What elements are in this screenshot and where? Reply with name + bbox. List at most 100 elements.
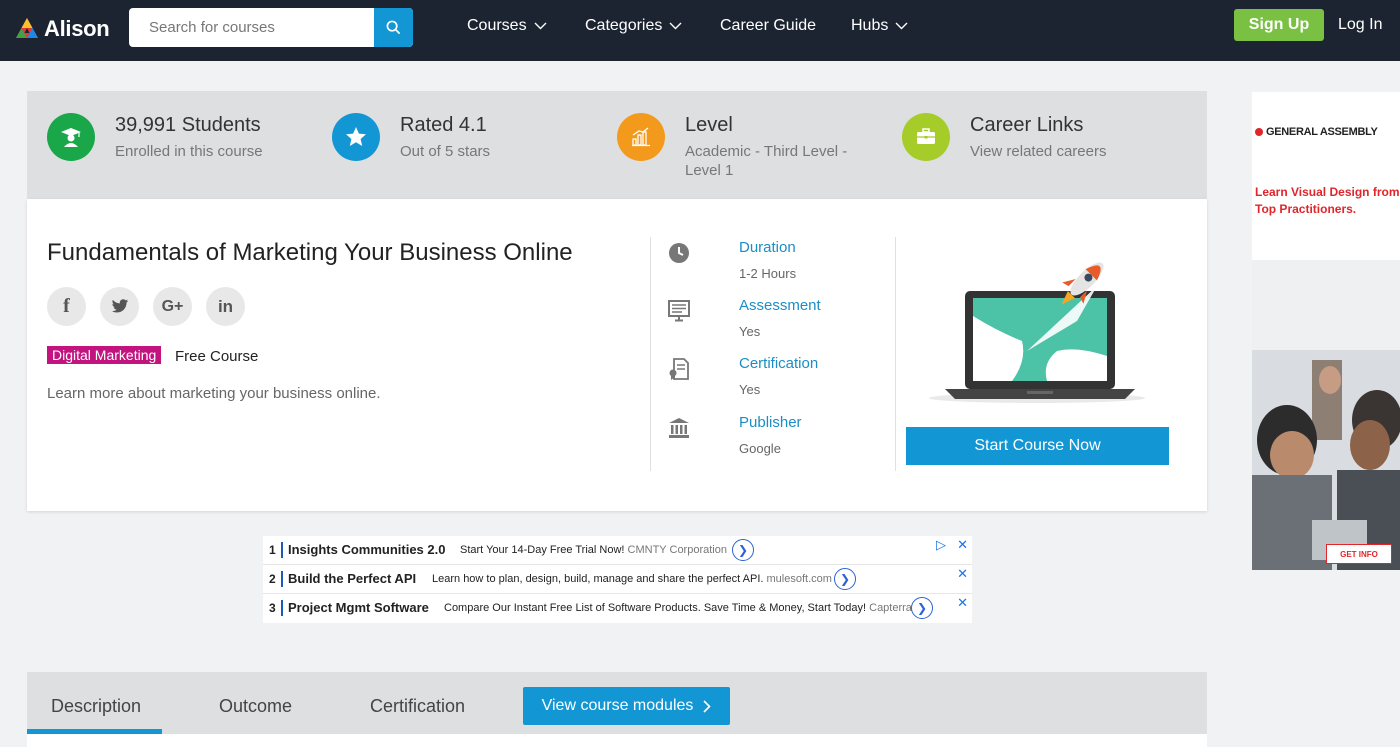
close-icon[interactable]: ✕ [957,595,968,611]
search-input[interactable] [129,8,373,47]
detail-value: Google [739,441,781,456]
ad-text: Start Your 14-Day Free Trial Now! CMNTY … [460,544,727,556]
logo-text: Alison [44,16,110,41]
tab-certification[interactable]: Certification [370,696,465,717]
stat-subtitle: View related careers [970,143,1107,160]
stat-career-links[interactable]: Career Links View related careers [902,113,1150,161]
ad-divider [281,542,283,558]
twitter-icon[interactable] [100,287,139,326]
chevron-down-icon [895,22,908,30]
close-icon[interactable]: ✕ [957,537,968,553]
graduate-icon [47,113,95,161]
ad-number: 2 [269,572,276,586]
facebook-icon[interactable]: f [47,287,86,326]
clock-icon [667,241,691,265]
stat-rating: Rated 4.1 Out of 5 stars [332,113,580,161]
stat-level: Level Academic - Third Level - Level 1 [617,113,860,180]
alison-logo-icon [16,18,38,38]
ad-number: 3 [269,601,276,615]
ad-copy: Learn how to plan, design, build, manage… [432,573,764,585]
course-card: Fundamentals of Marketing Your Business … [27,199,1207,511]
search-button[interactable] [374,8,413,47]
ad-title[interactable]: Project Mgmt Software [288,600,429,615]
chevron-right-icon[interactable]: ❯ [732,539,754,561]
chevron-down-icon [669,22,682,30]
certificate-icon [667,357,691,381]
google-plus-icon[interactable]: G+ [153,287,192,326]
ad-source: Capterra [869,602,912,614]
stat-title: 39,991 Students [115,114,261,136]
ad-text: Compare Our Instant Free List of Softwar… [444,602,912,614]
get-info-button[interactable]: GET INFO [1326,544,1392,564]
chevron-right-icon [703,699,712,713]
signup-button[interactable]: Sign Up [1234,9,1324,41]
tab-outcome[interactable]: Outcome [219,696,292,717]
ad-source: CMNTY Corporation [627,544,727,556]
nav-categories-label: Categories [585,17,663,34]
linkedin-icon[interactable]: in [206,287,245,326]
side-banner-ad[interactable]: GENERAL ASSEMBLY Learn Visual Design fro… [1252,92,1400,570]
ad-row[interactable]: 2 Build the Perfect API Learn how to pla… [263,565,972,594]
stat-title: Rated 4.1 [400,114,487,136]
start-course-button[interactable]: Start Course Now [906,427,1169,465]
students-photo [1252,260,1400,570]
category-tag[interactable]: Digital Marketing [47,346,162,364]
stat-subtitle: Enrolled in this course [115,143,263,160]
alison-logo[interactable]: Alison [14,16,110,42]
nav-courses[interactable]: Courses [467,17,547,35]
nav-career-guide-label: Career Guide [720,17,817,34]
star-icon [332,113,380,161]
ad-row[interactable]: 3 Project Mgmt Software Compare Our Inst… [263,594,972,623]
adchoices-icon[interactable]: ▷ [936,537,946,553]
stat-subtitle: Academic - Third Level - Level 1 [685,143,848,179]
stat-students: 39,991 Students Enrolled in this course [47,113,295,161]
ad-row[interactable]: 1 Insights Communities 2.0 Start Your 14… [263,536,972,565]
laptop-rocket-illustration [929,262,1145,403]
course-title: Fundamentals of Marketing Your Business … [47,239,573,266]
detail-value: Yes [739,382,761,397]
divider [895,237,896,471]
chevron-right-icon[interactable]: ❯ [911,597,933,619]
stat-title: Career Links [970,114,1084,136]
ad-copy: Start Your 14-Day Free Trial Now! [460,544,625,556]
tab-content-area [27,734,1207,747]
ad-title[interactable]: Build the Perfect API [288,571,416,586]
nav-hubs-label: Hubs [851,17,889,34]
nav-career-guide[interactable]: Career Guide [720,17,816,35]
chart-icon [617,113,665,161]
nav-courses-label: Courses [467,17,527,34]
nav-hubs[interactable]: Hubs [851,17,908,35]
detail-value: 1-2 Hours [739,266,797,281]
top-navbar: Alison Courses Categories Career Guide H… [0,0,1400,61]
nav-categories[interactable]: Categories [585,17,682,35]
chevron-right-icon[interactable]: ❯ [834,568,856,590]
tab-description[interactable]: Description [51,696,141,717]
search-icon [386,20,401,35]
assessment-icon [667,299,691,323]
login-link[interactable]: Log In [1338,16,1382,34]
detail-label: Assessment [739,297,821,314]
ad-source: mulesoft.com [766,573,832,585]
course-description: Learn more about marketing your business… [47,385,381,402]
price-label: Free Course [175,348,259,365]
ad-title[interactable]: Insights Communities 2.0 [288,542,445,557]
sponsored-ads: 1 Insights Communities 2.0 Start Your 14… [263,536,972,623]
divider [650,237,651,471]
detail-label: Duration [739,239,796,256]
briefcase-icon [902,113,950,161]
ad-divider [281,571,283,587]
social-share: f G+ in [47,287,245,326]
ad-text: Learn how to plan, design, build, manage… [432,573,832,585]
detail-value: Yes [739,324,761,339]
view-modules-button[interactable]: View course modules [523,687,730,725]
ad-number: 1 [269,543,276,557]
detail-label: Certification [739,355,819,372]
ad-copy: Compare Our Instant Free List of Softwar… [444,602,867,614]
bank-icon [667,416,691,440]
detail-label: Publisher [739,414,802,431]
search-bar [129,8,413,47]
close-icon[interactable]: ✕ [957,566,968,582]
stat-subtitle: Out of 5 stars [400,143,491,160]
view-modules-label: View course modules [541,697,694,714]
stat-title: Level [685,114,733,136]
